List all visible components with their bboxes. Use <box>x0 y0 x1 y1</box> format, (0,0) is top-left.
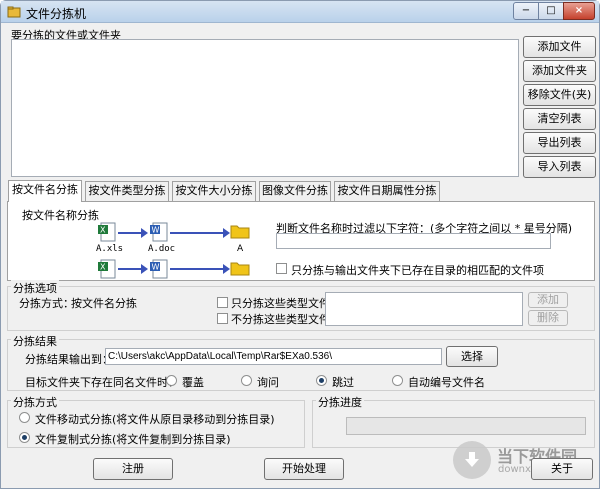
file-list[interactable] <box>11 39 519 177</box>
import-list-button[interactable]: 导入列表 <box>523 156 596 178</box>
filter-chars-input[interactable] <box>276 233 551 249</box>
excel-file-icon: X <box>98 222 116 242</box>
export-list-button[interactable]: 导出列表 <box>523 132 596 154</box>
add-folder-button[interactable]: 添加文件夹 <box>523 60 596 82</box>
method-value: 按文件名分拣 <box>71 297 137 310</box>
mode-group-title: 分拣方式 <box>11 394 59 410</box>
result-group-title: 分拣结果 <box>11 333 59 349</box>
diagram-file2-label: A.doc <box>148 244 176 254</box>
folder-icon <box>230 262 250 276</box>
progress-bar <box>346 417 586 435</box>
delete-type-button[interactable]: 删除 <box>528 310 568 326</box>
download-arrow-icon <box>465 452 479 467</box>
diagram-arrow-4 <box>170 264 230 274</box>
about-button[interactable]: 关于 <box>531 458 593 480</box>
svg-text:W: W <box>152 263 160 272</box>
word-file-icon: W <box>150 222 168 242</box>
tab-by-name[interactable]: 按文件名分拣 <box>8 180 82 202</box>
close-button[interactable]: × <box>563 2 595 20</box>
method-label: 分拣方式： <box>19 297 74 310</box>
file-types-list[interactable] <box>325 292 523 326</box>
output-path-input[interactable] <box>105 348 442 365</box>
mode-move-radio[interactable] <box>19 412 30 423</box>
diagram-arrow-1 <box>118 228 148 238</box>
minimize-button[interactable]: − <box>513 2 539 20</box>
svg-text:X: X <box>100 226 106 235</box>
remove-file-button[interactable]: 移除文件(夹) <box>523 84 596 106</box>
output-label: 分拣结果输出到： <box>25 353 113 366</box>
app-icon <box>7 6 21 18</box>
progress-group-title: 分拣进度 <box>316 394 364 410</box>
tab-by-size[interactable]: 按文件大小分拣 <box>172 181 256 201</box>
tab-by-date[interactable]: 按文件日期属性分拣 <box>334 181 440 201</box>
mode-copy-radio[interactable] <box>19 432 30 443</box>
conflict-ask-label: 询问 <box>257 376 279 389</box>
conflict-autonumber-label: 自动编号文件名 <box>408 376 485 389</box>
register-button[interactable]: 注册 <box>93 458 173 480</box>
conflict-skip-label: 跳过 <box>332 376 354 389</box>
diagram-arrow-2 <box>170 228 230 238</box>
panel-heading: 按文件名称分拣 <box>22 209 99 222</box>
conflict-label: 目标文件夹下存在同名文件时： <box>25 376 179 389</box>
conflict-skip-radio[interactable] <box>316 375 327 386</box>
excel-file-icon: X <box>98 259 116 279</box>
match-only-label: 只分拣与输出文件夹下已存在目录的相匹配的文件项 <box>291 264 544 277</box>
conflict-ask-radio[interactable] <box>241 375 252 386</box>
tab-by-type[interactable]: 按文件类型分拣 <box>85 181 169 201</box>
clear-list-button[interactable]: 清空列表 <box>523 108 596 130</box>
title-bar[interactable]: 文件分拣机 − □ × <box>1 1 599 23</box>
svg-text:X: X <box>100 263 106 272</box>
diagram-file1-label: A.xls <box>96 244 124 254</box>
mode-move-label: 文件移动式分拣(将文件从原目录移动到分拣目录) <box>35 413 275 426</box>
mode-copy-label: 文件复制式分拣(将文件复制到分拣目录) <box>35 433 231 446</box>
conflict-autonumber-radio[interactable] <box>392 375 403 386</box>
word-file-icon: W <box>150 259 168 279</box>
tab-panel-by-name: 按文件名称分拣 X A.xls W A.doc A X W 判断文件名称时过滤以… <box>7 201 595 281</box>
conflict-overwrite-radio[interactable] <box>166 375 177 386</box>
exclude-types-checkbox[interactable] <box>217 313 228 324</box>
app-window: 文件分拣机 − □ × 要分拣的文件或文件夹 添加文件 添加文件夹 移除文件(夹… <box>0 0 600 489</box>
only-types-checkbox[interactable] <box>217 297 228 308</box>
add-type-button[interactable]: 添加 <box>528 292 568 308</box>
conflict-overwrite-label: 覆盖 <box>182 376 204 389</box>
tab-image-files[interactable]: 图像文件分拣 <box>259 181 331 201</box>
add-file-button[interactable]: 添加文件 <box>523 36 596 58</box>
maximize-button[interactable]: □ <box>538 2 564 20</box>
diagram-folder-label: A <box>237 244 244 254</box>
start-button[interactable]: 开始处理 <box>264 458 344 480</box>
diagram-arrow-3 <box>118 264 148 274</box>
match-only-checkbox[interactable] <box>276 263 287 274</box>
window-title: 文件分拣机 <box>26 7 87 21</box>
browse-button[interactable]: 选择 <box>446 346 498 367</box>
svg-text:W: W <box>152 226 160 235</box>
options-group-title: 分拣选项 <box>11 280 59 296</box>
folder-icon <box>230 225 250 239</box>
